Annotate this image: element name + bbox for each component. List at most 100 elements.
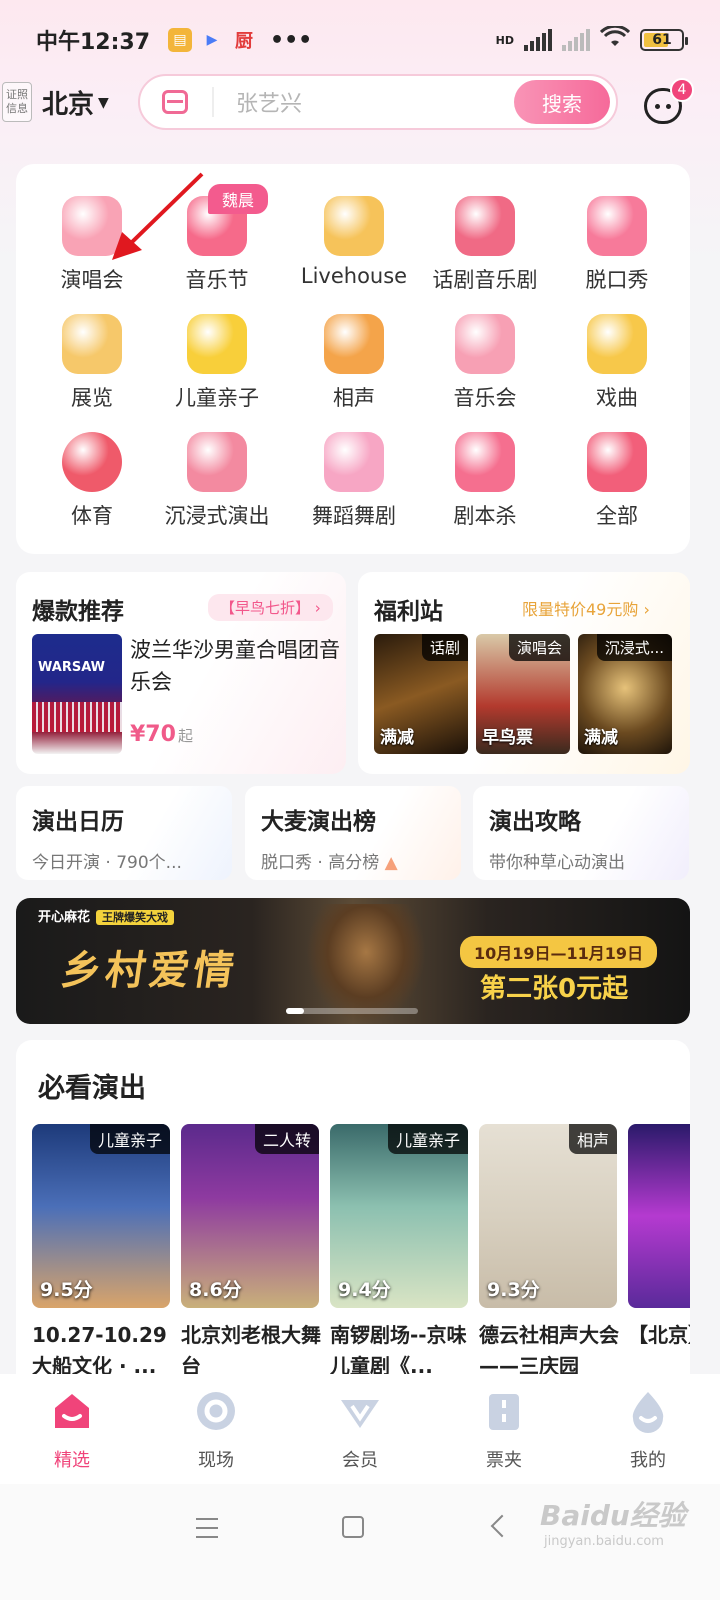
show-score: 9.3分 <box>487 1279 540 1301</box>
banner-date: 10月19日—11月19日 <box>460 936 658 968</box>
welfare-title: 福利站 <box>374 599 443 625</box>
hot-tag[interactable]: 【早鸟七折】 › <box>208 594 333 621</box>
welfare-category: 沉浸式... <box>596 634 672 661</box>
entry-title: 演出日历 <box>32 809 124 835</box>
category-label: 沉浸式演出 <box>164 504 270 528</box>
welfare-category: 演唱会 <box>508 634 570 661</box>
category-dancer[interactable]: 舞蹈舞剧 <box>284 432 424 542</box>
show-card[interactable]: 相声 9.3分德云社相声大会——三庆园 <box>479 1124 619 1382</box>
video-app-icon: ▶ <box>206 32 218 48</box>
category-lips[interactable]: 脱口秀 <box>547 196 687 306</box>
category-theater-curtain[interactable]: 话剧音乐剧 <box>415 196 555 306</box>
welfare-poster[interactable]: 话剧 满减 <box>374 634 468 754</box>
duck-icon <box>187 314 247 374</box>
welfare-poster[interactable]: 演唱会 早鸟票 <box>476 634 570 754</box>
theater-curtain-icon <box>455 196 515 256</box>
tab-label: 精选 <box>54 1450 90 1471</box>
category-label: 全部 <box>596 504 638 528</box>
entry-ranking[interactable]: 大麦演出榜 脱口秀 · 高分榜 ▲ <box>245 786 461 880</box>
menu-icon[interactable] <box>196 1518 218 1538</box>
dancer-icon <box>324 432 384 492</box>
category-label: Livehouse <box>300 264 408 288</box>
banner-deal: 第二张0元起 <box>480 974 629 1004</box>
poster-text: WARSAW <box>38 660 106 675</box>
fire-icon: ▲ <box>379 853 398 873</box>
category-picture-frame[interactable]: 展览 <box>22 314 162 424</box>
tab-tickets[interactable]: 票夹 <box>432 1374 576 1484</box>
hot-poster[interactable]: WARSAW <box>32 634 122 754</box>
show-score: 9.5分 <box>40 1279 93 1301</box>
show-name: 德云社相声大会——三庆园 <box>479 1323 619 1378</box>
category-detective-hat[interactable]: 剧本杀 <box>415 432 555 542</box>
category-label: 脱口秀 <box>585 268 649 292</box>
search-bar[interactable]: 张艺兴 搜索 <box>138 74 618 130</box>
category-guitar[interactable]: Livehouse <box>284 196 424 306</box>
soccer-ball-icon <box>62 432 122 492</box>
category-label: 相声 <box>333 386 375 410</box>
caret-down-icon: ▼ <box>98 94 109 111</box>
entry-calendar[interactable]: 演出日历 今日开演 · 790个... <box>16 786 232 880</box>
must-see-title: 必看演出 <box>38 1073 146 1104</box>
category-fan-clapper[interactable]: 相声 <box>284 314 424 424</box>
welfare-badge: 满减 <box>380 728 414 748</box>
category-label: 戏曲 <box>596 386 638 410</box>
welfare-tag[interactable]: 限量特价49元购 › <box>522 596 650 620</box>
promo-banner[interactable]: 开心麻花 王牌爆笑大戏 乡村爱情 10月19日—11月19日 第二张0元起 <box>16 898 690 1024</box>
category-vr-headset[interactable]: 沉浸式演出 <box>147 432 287 542</box>
show-name: 【北京】全新巨 <box>628 1323 690 1347</box>
cert-info-button[interactable]: 证照 信息 <box>2 82 32 122</box>
show-card[interactable]: 二人转 8.6分 北京刘老根大舞台 <box>181 1124 321 1382</box>
message-button[interactable]: 4 <box>642 78 694 126</box>
battery-icon: 61 <box>640 29 688 51</box>
show-category: 二人转 <box>254 1124 319 1154</box>
fan-clapper-icon <box>324 314 384 374</box>
search-divider <box>212 87 214 117</box>
tab-live[interactable]: 现场 <box>144 1374 288 1484</box>
welfare-badge: 早鸟票 <box>482 728 533 748</box>
show-card[interactable]: 【北京】全新巨 <box>628 1124 690 1382</box>
header: 证照 信息 北京 ▼ 张艺兴 搜索 4 <box>0 72 720 136</box>
wifi-icon <box>599 24 631 54</box>
category-label: 体育 <box>71 504 113 528</box>
cert-line-1: 证照 <box>6 88 28 101</box>
category-piano[interactable]: 音乐会 <box>415 314 555 424</box>
scan-icon[interactable] <box>162 90 188 114</box>
tab-label: 票夹 <box>486 1450 522 1471</box>
show-category: 相声 <box>568 1124 617 1154</box>
category-soccer-ball[interactable]: 体育 <box>22 432 162 542</box>
show-poster: 相声 9.3分 <box>479 1124 617 1308</box>
welfare-poster[interactable]: 沉浸式... 满减 <box>578 634 672 754</box>
back-icon[interactable] <box>490 1514 514 1538</box>
kitchen-app-icon: 厨 <box>235 31 254 52</box>
annotation-arrow <box>112 172 204 260</box>
banner-title: 乡村爱情 <box>58 947 241 994</box>
show-card[interactable]: 儿童亲子 9.4分 南锣剧场--京味儿童剧《... <box>330 1124 468 1382</box>
guitar-icon <box>324 196 384 256</box>
signal-2-icon <box>562 29 590 51</box>
search-button[interactable]: 搜索 <box>514 80 610 124</box>
show-card[interactable]: 儿童亲子 9.5分 10.27-10.29 大船文化 · ... <box>32 1124 170 1382</box>
watermark: Baidu经验 jingyan.baidu.com <box>540 1494 686 1549</box>
category-grid-all[interactable]: 全部 <box>547 432 687 542</box>
search-input[interactable]: 张艺兴 <box>236 86 514 118</box>
show-score: 8.6分 <box>189 1279 242 1301</box>
tab-label: 现场 <box>198 1450 234 1471</box>
tab-vip[interactable]: 会员 <box>288 1374 432 1484</box>
category-folding-fan[interactable]: 戏曲 <box>547 314 687 424</box>
entry-guide[interactable]: 演出攻略 带你种草心动演出 <box>473 786 689 880</box>
home-square-icon[interactable] <box>342 1516 364 1538</box>
hot-recommend-card[interactable]: 爆款推荐 【早鸟七折】 › WARSAW 波兰华沙男童合唱团音乐会 ¥70 起 <box>16 572 346 774</box>
category-duck[interactable]: 儿童亲子 <box>147 314 287 424</box>
piano-icon <box>455 314 515 374</box>
welfare-card[interactable]: 福利站 限量特价49元购 › 话剧 满减 演唱会 早鸟票 沉浸式... 满减 <box>358 572 690 774</box>
city-selector[interactable]: 北京 ▼ <box>42 84 109 121</box>
entry-title: 演出攻略 <box>489 809 581 835</box>
tab-featured[interactable]: 精选 <box>0 1374 144 1484</box>
tab-label: 会员 <box>342 1450 378 1471</box>
notification-app-icon: ▤ <box>168 28 193 52</box>
hot-show-name[interactable]: 波兰华沙男童合唱团音乐会 <box>130 634 340 698</box>
banner-figure <box>306 904 426 1024</box>
tab-profile[interactable]: 我的 <box>576 1374 720 1484</box>
category-label: 演唱会 <box>60 268 124 292</box>
signal-icon <box>524 29 552 51</box>
